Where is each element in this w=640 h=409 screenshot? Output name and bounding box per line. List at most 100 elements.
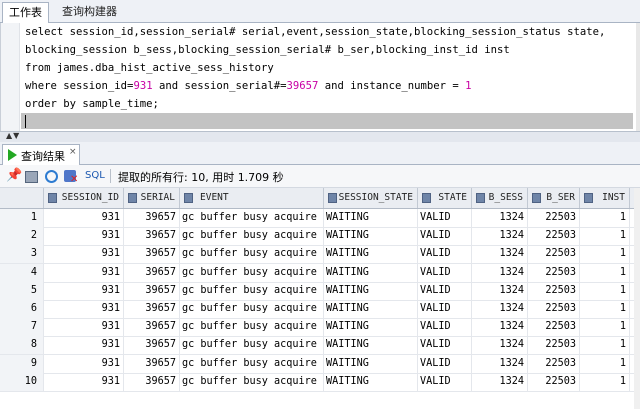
cell-serial[interactable]: 39657 — [124, 336, 180, 355]
cell-event[interactable]: gc buffer busy acquire — [180, 336, 324, 355]
cell-session-state[interactable]: WAITING — [324, 336, 418, 355]
cell-inst[interactable]: 1 — [580, 300, 630, 318]
cell-b-sess[interactable]: 1324 — [472, 354, 528, 373]
cell-serial[interactable]: 39657 — [124, 354, 180, 373]
cell-session-state[interactable]: WAITING — [324, 281, 418, 300]
column-header-b-sess[interactable]: B_SESS — [472, 188, 528, 208]
cell-session-id[interactable]: 931 — [44, 372, 124, 391]
cell-b-ser[interactable]: 22503 — [528, 336, 580, 355]
cell-b-ser[interactable]: 22503 — [528, 372, 580, 391]
row-number[interactable]: 4 — [0, 263, 44, 282]
cell-serial[interactable]: 39657 — [124, 209, 180, 227]
row-number[interactable]: 8 — [0, 336, 44, 355]
cell-serial[interactable]: 39657 — [124, 281, 180, 300]
row-number[interactable]: 5 — [0, 281, 44, 300]
cell-b-sess[interactable]: 1324 — [472, 372, 528, 391]
cell-b-ser[interactable]: 22503 — [528, 281, 580, 300]
cell-state[interactable]: VALID — [418, 336, 472, 355]
column-header-event[interactable]: EVENT — [180, 188, 324, 208]
table-row[interactable]: 2 931 39657 gc buffer busy acquire WAITING VA… — [0, 227, 640, 247]
cell-event[interactable]: gc buffer busy acquire — [180, 318, 324, 337]
cell-b-ser[interactable]: 22503 — [528, 209, 580, 227]
editor-scrollbar[interactable] — [636, 23, 640, 131]
cell-serial[interactable]: 39657 — [124, 300, 180, 318]
cell-b-sess[interactable]: 1324 — [472, 227, 528, 246]
cell-session-id[interactable]: 931 — [44, 318, 124, 337]
cell-session-id[interactable]: 931 — [44, 263, 124, 282]
table-row[interactable]: 6 931 39657 gc buffer busy acquire WAITING VA… — [0, 300, 640, 319]
cell-b-ser[interactable]: 22503 — [528, 354, 580, 373]
cell-session-id[interactable]: 931 — [44, 354, 124, 373]
cell-event[interactable]: gc buffer busy acquire — [180, 263, 324, 282]
pin-icon[interactable]: 📌 — [6, 169, 22, 183]
cell-inst[interactable]: 1 — [580, 372, 630, 391]
cell-event[interactable]: gc buffer busy acquire — [180, 300, 324, 318]
table-row[interactable]: 8 931 39657 gc buffer busy acquire WAITING VA… — [0, 336, 640, 356]
cell-event[interactable]: gc buffer busy acquire — [180, 209, 324, 227]
tab-query-result[interactable]: 查询结果 × — [2, 144, 80, 165]
row-number[interactable]: 1 — [0, 209, 44, 227]
cell-session-state[interactable]: WAITING — [324, 263, 418, 282]
cell-serial[interactable]: 39657 — [124, 227, 180, 246]
row-number[interactable]: 10 — [0, 372, 44, 391]
cell-serial[interactable]: 39657 — [124, 318, 180, 337]
cell-b-sess[interactable]: 1324 — [472, 263, 528, 282]
cell-session-state[interactable]: WAITING — [324, 209, 418, 227]
cell-event[interactable]: gc buffer busy acquire — [180, 372, 324, 391]
column-header-serial[interactable]: SERIAL — [124, 188, 180, 208]
cell-serial[interactable]: 39657 — [124, 245, 180, 264]
cell-b-ser[interactable]: 22503 — [528, 300, 580, 318]
cell-b-sess[interactable]: 1324 — [472, 209, 528, 227]
column-header-session-id[interactable]: SESSION_ID — [44, 188, 124, 208]
cell-inst[interactable]: 1 — [580, 209, 630, 227]
cell-session-state[interactable]: WAITING — [324, 300, 418, 318]
refresh-icon[interactable] — [45, 170, 58, 183]
cell-inst[interactable]: 1 — [580, 318, 630, 337]
cell-state[interactable]: VALID — [418, 354, 472, 373]
sql-editor[interactable]: select session_id,session_serial# serial… — [0, 23, 637, 131]
table-row[interactable]: 5 931 39657 gc buffer busy acquire WAITING VA… — [0, 281, 640, 301]
cell-serial[interactable]: 39657 — [124, 372, 180, 391]
cell-state[interactable]: VALID — [418, 263, 472, 282]
table-row[interactable]: 3 931 39657 gc buffer busy acquire WAITING VA… — [0, 245, 640, 265]
cell-inst[interactable]: 1 — [580, 227, 630, 246]
cell-event[interactable]: gc buffer busy acquire — [180, 354, 324, 373]
cell-inst[interactable]: 1 — [580, 281, 630, 300]
grid-scrollbar[interactable] — [634, 188, 640, 409]
cell-inst[interactable]: 1 — [580, 354, 630, 373]
sql-button[interactable]: SQL — [85, 170, 105, 181]
cell-inst[interactable]: 1 — [580, 263, 630, 282]
cell-b-sess[interactable]: 1324 — [472, 245, 528, 264]
cell-session-id[interactable]: 931 — [44, 227, 124, 246]
cell-state[interactable]: VALID — [418, 245, 472, 264]
row-number[interactable]: 2 — [0, 227, 44, 246]
print-icon[interactable] — [25, 171, 38, 183]
cell-b-sess[interactable]: 1324 — [472, 300, 528, 318]
cell-b-ser[interactable]: 22503 — [528, 318, 580, 337]
cancel-icon[interactable]: ✕ — [70, 174, 78, 185]
cell-inst[interactable]: 1 — [580, 245, 630, 264]
splitter-arrows-icon[interactable]: ▲▼ — [6, 131, 20, 140]
column-header-inst[interactable]: INST — [580, 188, 630, 208]
cell-state[interactable]: VALID — [418, 300, 472, 318]
table-row[interactable]: 9 931 39657 gc buffer busy acquire WAITING VA… — [0, 354, 640, 374]
table-row[interactable]: 10 931 39657 gc buffer busy acquire WAITING V… — [0, 372, 640, 392]
table-row[interactable]: 1 931 39657 gc buffer busy acquire WAITING VA… — [0, 209, 640, 228]
cell-inst[interactable]: 1 — [580, 336, 630, 355]
cell-session-id[interactable]: 931 — [44, 281, 124, 300]
cell-state[interactable]: VALID — [418, 227, 472, 246]
row-number[interactable]: 7 — [0, 318, 44, 337]
cell-event[interactable]: gc buffer busy acquire — [180, 245, 324, 264]
cell-serial[interactable]: 39657 — [124, 263, 180, 282]
column-header-state[interactable]: STATE — [418, 188, 472, 208]
cell-session-id[interactable]: 931 — [44, 300, 124, 318]
cell-session-id[interactable]: 931 — [44, 245, 124, 264]
cell-b-ser[interactable]: 22503 — [528, 245, 580, 264]
cell-session-state[interactable]: WAITING — [324, 318, 418, 337]
row-number[interactable]: 9 — [0, 354, 44, 373]
cell-session-state[interactable]: WAITING — [324, 227, 418, 246]
row-number[interactable]: 3 — [0, 245, 44, 264]
tab-query-builder[interactable]: 查询构建器 — [56, 2, 123, 21]
column-header-b-ser[interactable]: B_SER — [528, 188, 580, 208]
cell-state[interactable]: VALID — [418, 372, 472, 391]
